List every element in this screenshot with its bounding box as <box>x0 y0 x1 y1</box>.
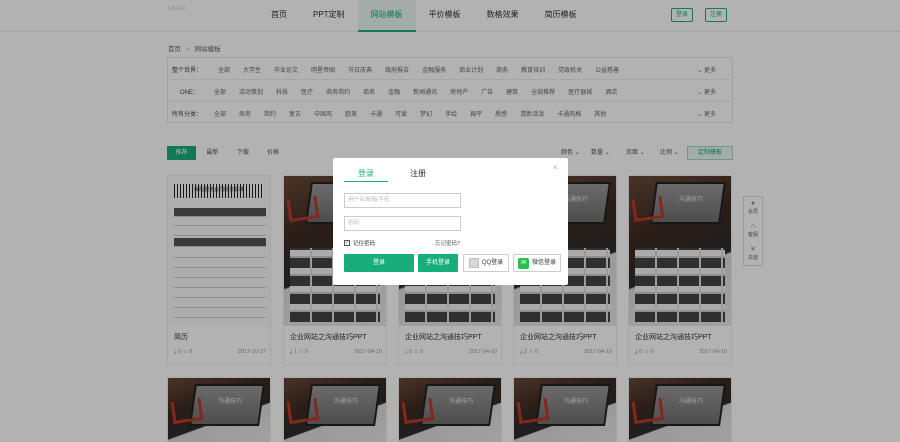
remember-label: 记住密码 <box>353 241 376 247</box>
tab-login[interactable]: 登录 <box>358 168 374 179</box>
forgot-password-link[interactable]: 忘记密码? <box>435 239 460 247</box>
tab-register[interactable]: 注册 <box>410 168 426 179</box>
wechat-login-label: 微信登录 <box>531 260 556 266</box>
username-input[interactable]: 用户名/邮箱/手机 <box>344 193 461 208</box>
qq-login-button[interactable]: QQ登录 <box>463 254 509 272</box>
active-tab-indicator <box>344 181 388 182</box>
remember-password-checkbox[interactable]: ✓ 记住密码 <box>344 239 375 247</box>
checkmark-icon: ✓ <box>344 240 350 246</box>
wechat-login-button[interactable]: ✉ 微信登录 <box>513 254 561 272</box>
password-input[interactable]: 密码 <box>344 216 461 231</box>
wechat-icon: ✉ <box>517 257 529 269</box>
login-button[interactable]: 登录 <box>344 254 414 272</box>
login-modal: 登录 注册 × 用户名/邮箱/手机 密码 ✓ 记住密码 忘记密码? 登录 手机登… <box>333 158 568 285</box>
close-icon[interactable]: × <box>553 163 558 172</box>
phone-login-button[interactable]: 手机登录 <box>418 254 458 272</box>
qq-icon <box>468 258 479 268</box>
qq-login-label: QQ登录 <box>481 260 504 266</box>
